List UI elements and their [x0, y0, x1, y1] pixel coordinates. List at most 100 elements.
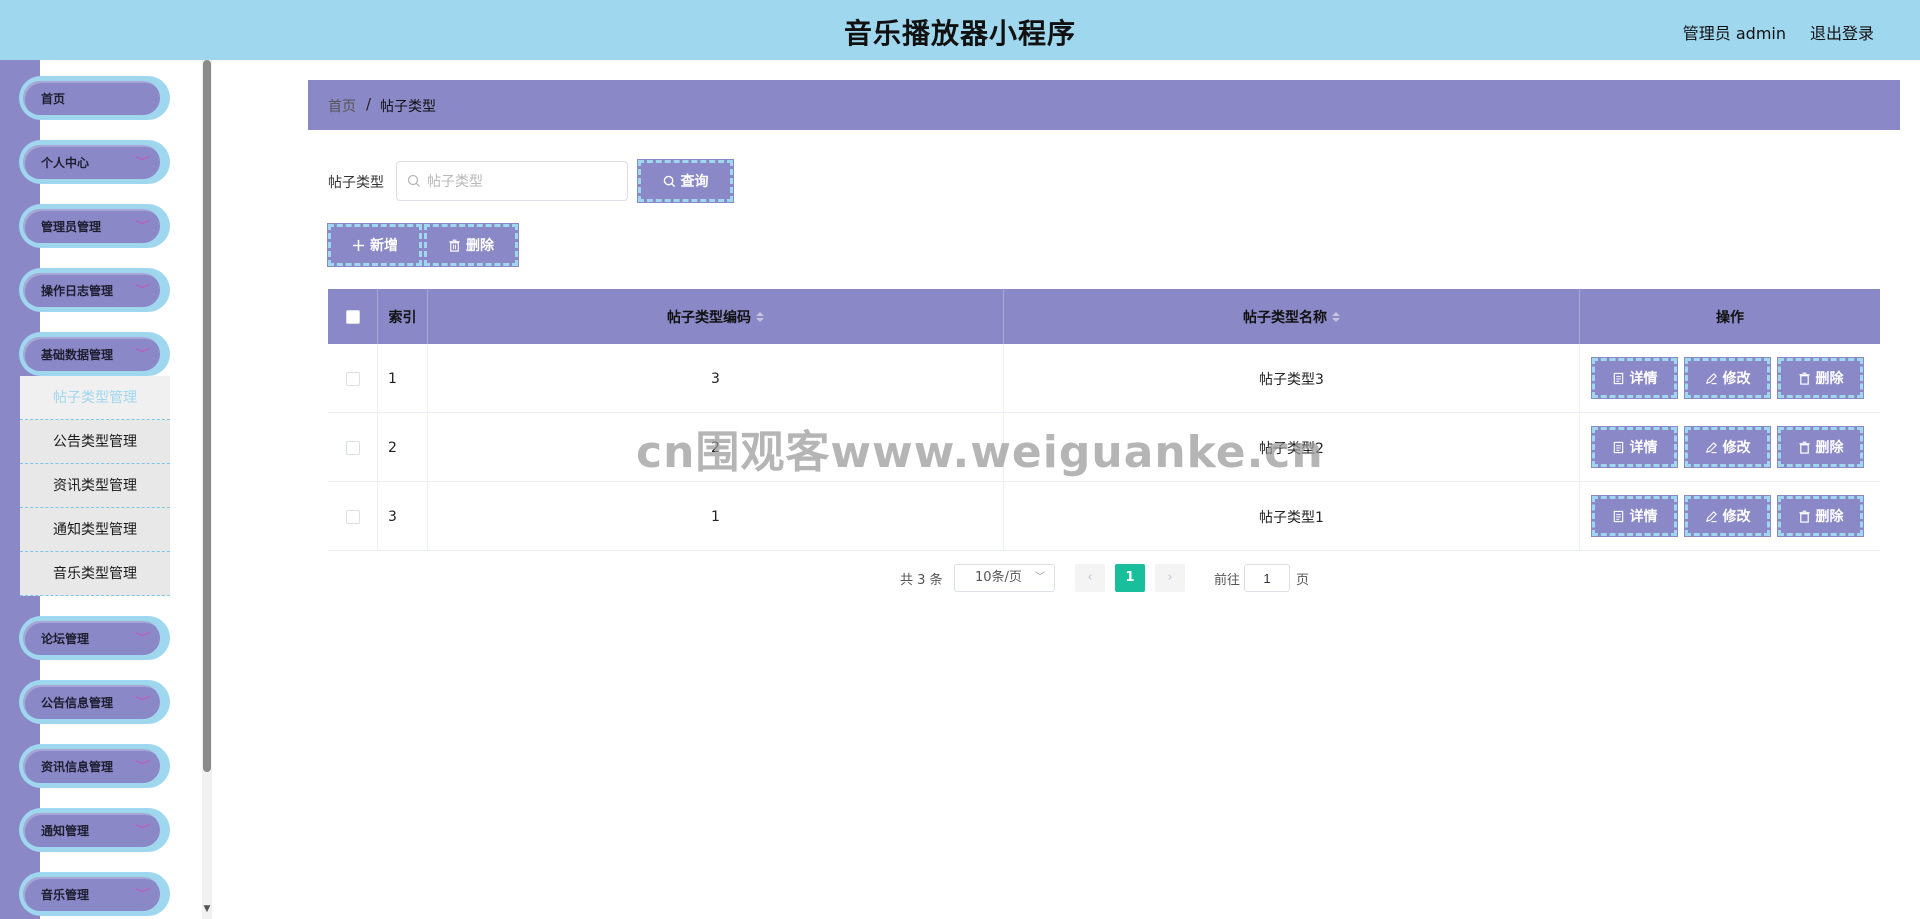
chevron-down-icon: ﹀ — [134, 283, 151, 296]
sidebar: 首页 个人中心 ﹀ 管理员管理 ﹀ 操作日志管理 ﹀ 基础数据管理 ﹀ 帖子类型… — [0, 60, 212, 919]
sidebar-item-label: 管理员管理 — [41, 220, 102, 234]
edit-button[interactable]: 修改 — [1684, 357, 1771, 399]
scroll-down-arrow-icon[interactable]: ▼ — [202, 903, 212, 915]
row-code: 3 — [428, 344, 1004, 413]
add-button[interactable]: 新增 — [327, 223, 423, 267]
query-button[interactable]: 查询 — [637, 159, 734, 203]
sidebar-item-base-data[interactable]: 基础数据管理 ﹀ — [19, 332, 170, 376]
sidebar-item-label: 首页 — [41, 92, 66, 106]
batch-delete-button[interactable]: 删除 — [423, 223, 519, 267]
sidebar-item-label: 音乐管理 — [41, 888, 90, 902]
logout-link[interactable]: 退出登录 — [1810, 20, 1874, 44]
row-index: 2 — [378, 413, 428, 482]
delete-button[interactable]: 删除 — [1777, 426, 1864, 468]
row-index: 3 — [378, 482, 428, 551]
breadcrumb-current: 帖子类型 — [380, 99, 436, 115]
add-button-label: 新增 — [370, 238, 398, 254]
column-header-index: 索引 — [378, 289, 428, 344]
app-title: 音乐播放器小程序 — [843, 17, 1076, 50]
submenu-item-notice-type[interactable]: 公告类型管理 — [20, 420, 170, 464]
page-number-button[interactable]: 1 — [1115, 564, 1145, 592]
sidebar-item-forum[interactable]: 论坛管理 ﹀ — [19, 616, 170, 660]
sidebar-item-announcement[interactable]: 公告信息管理 ﹀ — [19, 680, 170, 724]
sidebar-item-personal-center[interactable]: 个人中心 ﹀ — [19, 140, 170, 184]
sidebar-item-music[interactable]: 音乐管理 ﹀ — [19, 872, 170, 916]
sort-icon[interactable] — [1332, 311, 1340, 322]
pagination-total: 共 3 条 — [900, 573, 943, 588]
row-name: 帖子类型1 — [1004, 482, 1580, 551]
table-row: 1 3 帖子类型3 详情 修改 删除 — [328, 344, 1880, 413]
row-actions: 详情 修改 删除 — [1580, 413, 1880, 482]
breadcrumb: 首页 / 帖子类型 — [308, 80, 1900, 130]
select-all-checkbox[interactable] — [345, 309, 360, 324]
search-icon — [663, 175, 675, 187]
trash-icon — [1798, 441, 1810, 454]
sidebar-item-admin-management[interactable]: 管理员管理 ﹀ — [19, 204, 170, 248]
filter-label: 帖子类型 — [328, 175, 384, 191]
document-icon — [1613, 510, 1623, 522]
sidebar-item-label: 操作日志管理 — [41, 284, 114, 298]
row-index: 1 — [378, 344, 428, 413]
table-row: 3 1 帖子类型1 详情 修改 删除 — [328, 482, 1880, 551]
trash-icon — [1798, 510, 1810, 523]
column-header-name[interactable]: 帖子类型名称 — [1004, 289, 1580, 344]
delete-button[interactable]: 删除 — [1777, 357, 1864, 399]
breadcrumb-home[interactable]: 首页 — [328, 96, 356, 116]
detail-button[interactable]: 详情 — [1591, 426, 1678, 468]
edit-button[interactable]: 修改 — [1684, 426, 1771, 468]
prev-page-button[interactable]: ‹ — [1075, 564, 1105, 592]
chevron-down-icon: ﹀ — [134, 631, 151, 644]
submenu-item-post-type[interactable]: 帖子类型管理 — [20, 376, 170, 420]
header-select-all — [328, 289, 378, 344]
page-size-select[interactable]: 10条/页 ﹀ — [954, 564, 1055, 592]
submenu-item-news-type[interactable]: 资讯类型管理 — [20, 464, 170, 508]
table-row: 2 2 帖子类型2 详情 修改 删除 — [328, 413, 1880, 482]
edit-button[interactable]: 修改 — [1684, 495, 1771, 537]
chevron-down-icon: ﹀ — [134, 155, 151, 168]
next-page-button[interactable]: › — [1155, 564, 1185, 592]
submenu-item-notification-type[interactable]: 通知类型管理 — [20, 508, 170, 552]
sidebar-item-label: 论坛管理 — [41, 632, 90, 646]
sidebar-item-label: 公告信息管理 — [41, 696, 114, 710]
row-checkbox[interactable] — [345, 509, 360, 524]
goto-page-input[interactable] — [1244, 564, 1290, 592]
edit-icon — [1705, 372, 1717, 384]
chevron-down-icon: ﹀ — [134, 759, 151, 772]
edit-icon — [1705, 510, 1717, 522]
sidebar-item-label: 通知管理 — [41, 824, 90, 838]
breadcrumb-separator: / — [366, 95, 372, 113]
column-header-actions: 操作 — [1716, 309, 1744, 326]
query-button-label: 查询 — [680, 174, 709, 190]
trash-icon — [449, 239, 460, 252]
row-name: 帖子类型2 — [1004, 413, 1580, 482]
sort-icon[interactable] — [756, 311, 764, 322]
goto-suffix: 页 — [1296, 573, 1310, 588]
base-data-submenu: 帖子类型管理 公告类型管理 资讯类型管理 通知类型管理 音乐类型管理 — [20, 376, 170, 596]
row-code: 1 — [428, 482, 1004, 551]
row-name: 帖子类型3 — [1004, 344, 1580, 413]
sidebar-item-news[interactable]: 资讯信息管理 ﹀ — [19, 744, 170, 788]
detail-button[interactable]: 详情 — [1591, 357, 1678, 399]
sidebar-item-notification[interactable]: 通知管理 ﹀ — [19, 808, 170, 852]
sidebar-item-label: 个人中心 — [41, 156, 90, 170]
chevron-down-icon: ﹀ — [134, 219, 151, 232]
sidebar-item-operation-log[interactable]: 操作日志管理 ﹀ — [19, 268, 170, 312]
row-checkbox[interactable] — [345, 440, 360, 455]
row-checkbox[interactable] — [345, 371, 360, 386]
sidebar-item-label: 基础数据管理 — [41, 348, 114, 362]
goto-label: 前往 — [1214, 573, 1241, 588]
chevron-down-icon: ﹀ — [134, 823, 151, 836]
detail-button[interactable]: 详情 — [1591, 495, 1678, 537]
chevron-down-icon: ﹀ — [1035, 572, 1045, 583]
delete-button[interactable]: 删除 — [1777, 495, 1864, 537]
search-input[interactable] — [427, 170, 617, 192]
search-icon — [407, 174, 420, 187]
submenu-item-music-type[interactable]: 音乐类型管理 — [20, 552, 170, 596]
sidebar-item-home[interactable]: 首页 — [19, 76, 170, 120]
row-code: 2 — [428, 413, 1004, 482]
sidebar-scrollbar-thumb[interactable] — [203, 60, 211, 772]
plus-icon — [352, 239, 365, 251]
search-field — [396, 161, 628, 201]
column-header-code[interactable]: 帖子类型编码 — [428, 289, 1004, 344]
document-icon — [1613, 372, 1623, 384]
